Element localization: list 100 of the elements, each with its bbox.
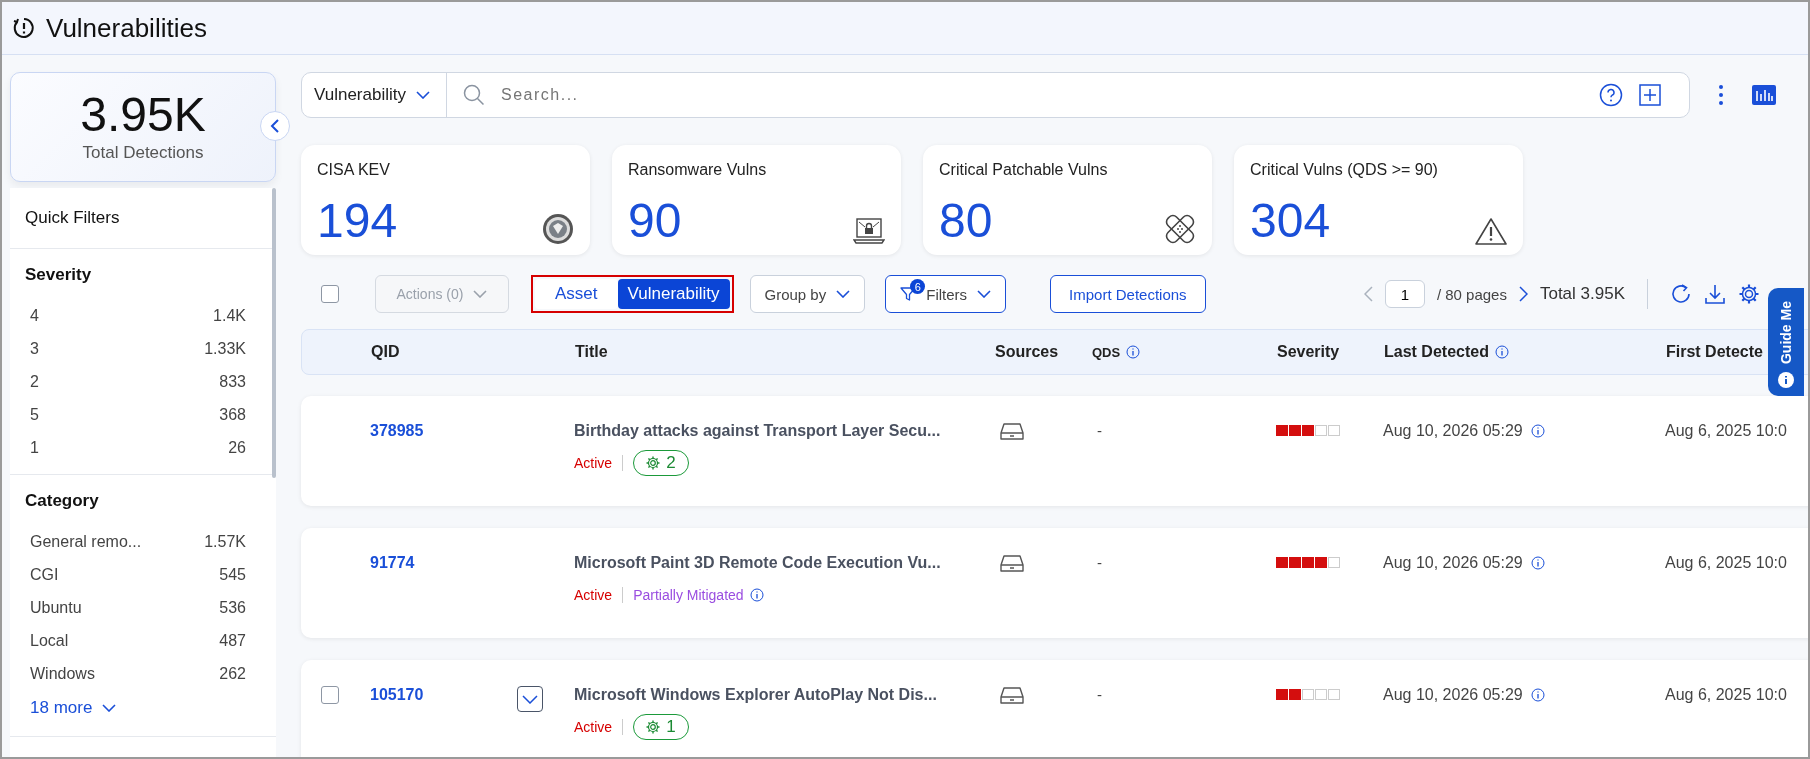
filter-count: 545 [219,565,246,584]
filter-label[interactable]: 4 [30,306,39,325]
warning-icon [1475,217,1507,245]
qds-value: - [1096,686,1102,703]
chevron-down-icon [836,290,851,298]
total-count: Total 3.95K [1539,284,1625,304]
gear-icon [646,456,661,470]
laptop-lock-icon [853,217,885,245]
kpi-value: 304 [1250,197,1331,245]
chevron-down-icon [522,694,538,704]
scope-dropdown[interactable]: Vulnerability [302,73,447,117]
kpi-title: Critical Patchable Vulns [939,161,1109,179]
column-header[interactable]: QDS [1092,344,1121,360]
search-input[interactable]: Search... [499,85,1591,105]
column-header[interactable]: Title [575,343,608,361]
column-header[interactable]: First Detecte [1666,343,1763,361]
qds-value: - [1096,422,1102,439]
table-row[interactable]: 91774 Microsoft Paint 3D Remote Code Execution Vu... Active Partially Mitigated - Aug 10, 2026 05:29 Aug 6, 2025 10:0 [301,528,1808,638]
filter-count: 1.33K [204,339,246,358]
filter-label[interactable]: 2 [30,372,39,391]
view-tab[interactable]: Asset [535,279,618,309]
column-header[interactable]: Last Detected [1384,343,1489,361]
filter-label[interactable]: Local [30,631,69,650]
section-title: Category [25,491,100,511]
gear-icon [646,720,661,734]
first-detected-date: Aug 6, 2025 10:0 [1665,686,1787,704]
kpi-card[interactable]: Critical Vulns (QDS >= 90) 304 [1234,145,1523,255]
filter-count: 536 [219,598,246,617]
info-icon [749,588,764,602]
hard-drive-icon [1000,554,1024,572]
kpi-title: Critical Vulns (QDS >= 90) [1250,161,1439,179]
qid-link[interactable]: 378985 [370,422,424,439]
last-detected-date: Aug 10, 2026 05:29 [1383,686,1523,704]
filter-label[interactable]: General remo... [30,532,142,551]
guide-me-tab[interactable]: Guide Me [1768,288,1804,396]
filter-count: 487 [219,631,246,650]
filter-count: 1.57K [204,532,246,551]
status-label: Active [574,587,613,603]
qds-value: - [1096,554,1102,571]
qid-link[interactable]: 91774 [370,554,415,571]
vulnerability-title[interactable]: Microsoft Paint 3D Remote Code Execution Vu... [574,554,994,572]
column-header[interactable]: Severity [1277,343,1340,361]
vulnerability-title[interactable]: Birthday attacks against Transport Layer Secu... [574,422,994,440]
more-options-icon[interactable] [1718,84,1724,106]
filter-label[interactable]: Windows [30,664,95,683]
bandage-icon [1164,213,1196,245]
info-icon [1530,556,1545,570]
vulnerability-title[interactable]: Microsoft Windows Explorer AutoPlay Not Dis... [574,686,994,704]
chevron-down-icon [473,290,488,298]
filters-dropdown[interactable]: 6 Filters [885,275,1007,313]
filter-label[interactable]: CGI [30,565,59,584]
table-row[interactable]: 378985 Birthday attacks against Transport Layer Secu... Active 2 - Aug 10, 2026 05:29 Aug 6, 2025 10:0 [301,396,1808,506]
status-label: Active [574,719,613,735]
select-all-checkbox[interactable] [321,285,339,303]
first-detected-date: Aug 6, 2025 10:0 [1665,422,1787,440]
filter-count-badge: 6 [910,279,926,294]
show-more-link[interactable]: 18 more [25,690,122,726]
chevron-down-icon [977,290,992,298]
help-icon[interactable] [1599,83,1623,107]
hard-drive-icon [1000,686,1024,704]
kpi-card[interactable]: Critical Patchable Vulns 80 [923,145,1212,255]
row-checkbox[interactable] [321,686,339,704]
column-header[interactable]: QID [371,343,400,361]
settings-icon[interactable] [1738,283,1760,305]
bar-chart-icon[interactable] [1752,85,1776,105]
filter-label[interactable]: 1 [30,438,39,457]
page-input[interactable]: 1 [1384,280,1425,308]
filter-label[interactable]: Ubuntu [30,598,82,617]
kpi-card[interactable]: CISA KEV 194 [301,145,590,255]
column-header[interactable]: Sources [995,343,1059,361]
info-icon [1530,688,1545,702]
info-icon [1494,345,1509,359]
download-icon[interactable] [1704,283,1726,305]
collapse-button[interactable] [260,111,290,141]
filter-count: 833 [219,372,246,391]
chevron-right-icon[interactable] [1518,286,1528,302]
qid-link[interactable]: 105170 [370,686,424,703]
scrollbar[interactable] [272,188,276,478]
filter-count: 368 [219,405,246,424]
mitigation-label: Partially Mitigated [633,587,744,603]
table-row[interactable]: 105170 Microsoft Windows Explorer AutoPlay Not Dis... Active 1 - Aug 10, 2026 05:29 Aug 6, 2025 10:0 [301,660,1808,757]
view-tab[interactable]: Vulnerability [617,279,730,309]
total-label: Total Detections [82,143,204,163]
chevron-left-icon [270,118,280,134]
filter-count: 262 [219,664,246,683]
import-detections-button[interactable]: Import Detections [1050,275,1206,313]
kpi-value: 90 [628,197,682,245]
kpi-card[interactable]: Ransomware Vulns 90 [612,145,901,255]
refresh-icon[interactable] [1670,283,1692,305]
kpi-title: Ransomware Vulns [628,161,768,179]
add-icon[interactable] [1639,84,1661,106]
group-by-dropdown[interactable]: Group by [749,275,866,313]
expand-button[interactable] [517,686,543,712]
filter-label[interactable]: 3 [30,339,39,358]
filter-count: 1.4K [213,306,246,325]
chevron-down-icon [102,704,117,712]
status-label: Active [574,455,613,471]
info-icon [1778,372,1794,388]
filter-label[interactable]: 5 [30,405,39,424]
seal-icon [542,213,574,245]
